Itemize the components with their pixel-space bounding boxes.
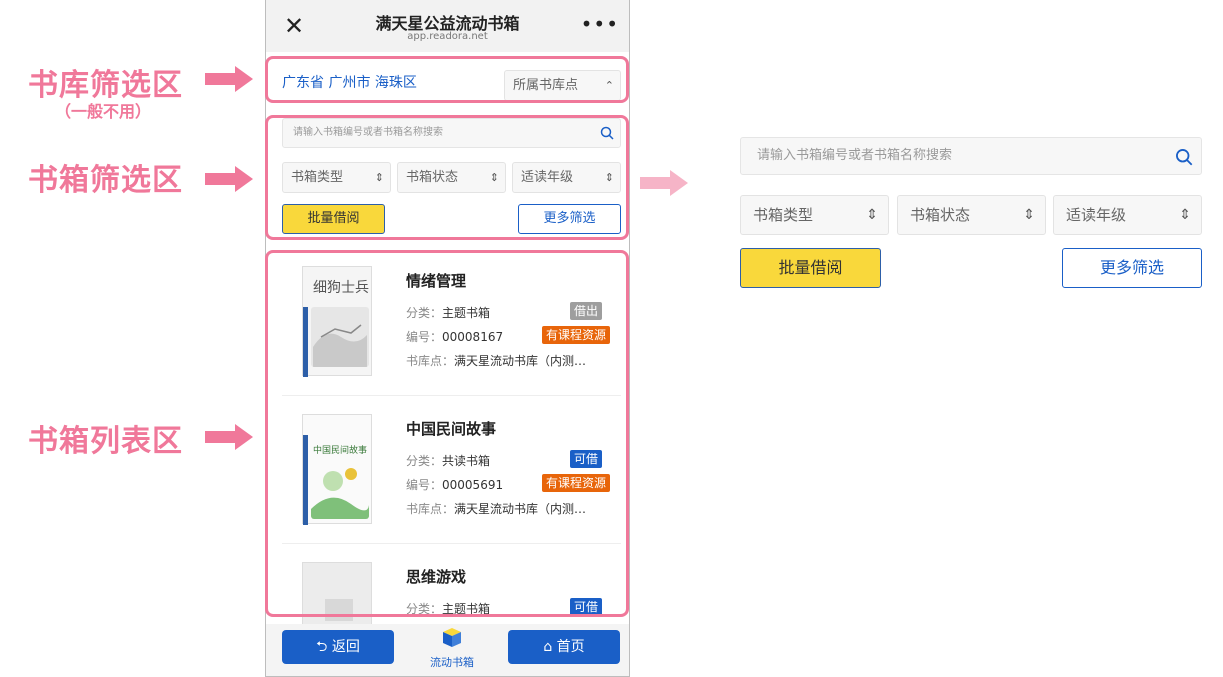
- box-type-select[interactable]: 书箱类型 ⇕: [740, 195, 889, 235]
- chevron-updown-icon: ⇕: [1023, 207, 1035, 223]
- search-input[interactable]: 请输入书箱编号或者书箱名称搜索: [740, 137, 1202, 175]
- box-type-label: 书箱类型: [753, 206, 814, 224]
- grade-select[interactable]: 适读年级 ⇕: [1053, 195, 1202, 235]
- arrow-icon: [205, 66, 253, 92]
- arrow-icon: [205, 424, 253, 450]
- book-box-icon: [443, 628, 461, 647]
- chevron-updown-icon: ⇕: [866, 207, 878, 223]
- more-filter-button[interactable]: 更多筛选: [1062, 248, 1202, 288]
- page-url: app.readora.net: [407, 31, 488, 42]
- search-placeholder: 请输入书箱编号或者书箱名称搜索: [757, 148, 953, 163]
- arrow-icon: [640, 170, 688, 196]
- enlarged-filter-panel: 请输入书箱编号或者书箱名称搜索 书箱类型 ⇕ 书箱状态 ⇕ 适读年级 ⇕ 批量借…: [740, 137, 1202, 297]
- annotation-box-filter: 书箱筛选区: [28, 163, 183, 198]
- search-icon[interactable]: [1175, 148, 1193, 166]
- tab-mobile-bookbox[interactable]: 流动书箱: [416, 624, 488, 670]
- home-icon: ⌂: [543, 639, 553, 655]
- highlight-library-filter: [265, 56, 629, 103]
- batch-borrow-button[interactable]: 批量借阅: [740, 248, 881, 288]
- box-status-select[interactable]: 书箱状态 ⇕: [897, 195, 1046, 235]
- tab-label: 流动书箱: [430, 656, 474, 669]
- box-status-label: 书箱状态: [910, 206, 971, 224]
- annotation-library-filter-note: （一般不用）: [55, 102, 152, 121]
- home-button[interactable]: ⌂ 首页: [508, 630, 620, 664]
- back-icon: ⮌: [316, 639, 328, 655]
- annotation-box-list: 书箱列表区: [28, 424, 183, 459]
- highlight-box-list: [265, 250, 629, 617]
- nav-bar: ✕ 满天星公益流动书箱 app.readora.net •••: [266, 0, 629, 52]
- back-label: 返回: [331, 639, 360, 655]
- back-button[interactable]: ⮌ 返回: [282, 630, 394, 664]
- chevron-updown-icon: ⇕: [1179, 207, 1191, 223]
- bottom-bar: ⮌ 返回 流动书箱 ⌂ 首页: [266, 624, 629, 676]
- grade-label: 适读年级: [1066, 206, 1127, 224]
- more-icon[interactable]: •••: [581, 12, 619, 36]
- arrow-icon: [205, 166, 253, 192]
- home-label: 首页: [556, 639, 585, 655]
- highlight-box-filter: [265, 115, 629, 240]
